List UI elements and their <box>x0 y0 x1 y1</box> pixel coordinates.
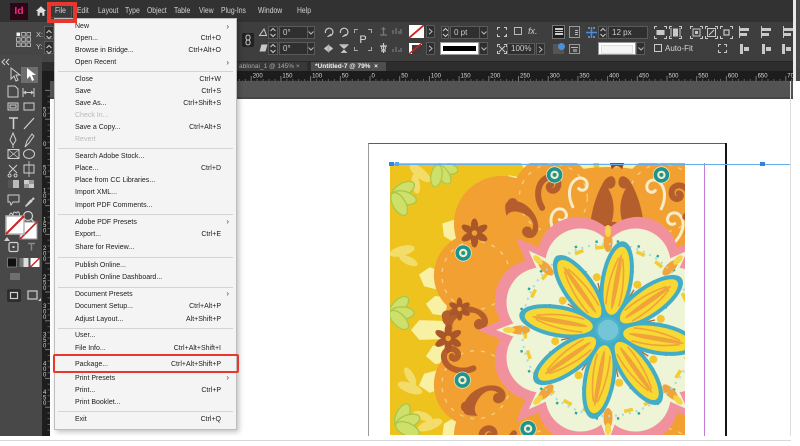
svg-text:0: 0 <box>43 257 47 263</box>
svg-text:300: 300 <box>550 73 561 79</box>
svg-text:400: 400 <box>609 73 620 79</box>
svg-text:250: 250 <box>520 73 531 79</box>
svg-text:450: 450 <box>639 73 650 79</box>
svg-text:0: 0 <box>43 315 47 321</box>
svg-text:0: 0 <box>43 372 47 378</box>
svg-text:550: 550 <box>698 73 709 79</box>
svg-text:50: 50 <box>342 73 349 79</box>
svg-text:350: 350 <box>579 73 590 79</box>
svg-text:150: 150 <box>461 73 472 79</box>
svg-text:0: 0 <box>43 113 47 119</box>
svg-text:0: 0 <box>43 344 47 350</box>
svg-text:0: 0 <box>43 171 47 177</box>
svg-text:200: 200 <box>490 73 501 79</box>
svg-text:150: 150 <box>282 73 293 79</box>
svg-text:0: 0 <box>43 200 47 206</box>
svg-text:650: 650 <box>758 73 769 79</box>
svg-text:0: 0 <box>372 73 376 79</box>
svg-text:0: 0 <box>43 228 47 234</box>
svg-text:0: 0 <box>43 286 47 292</box>
svg-text:50: 50 <box>401 73 408 79</box>
svg-text:500: 500 <box>669 73 680 79</box>
svg-text:100: 100 <box>312 73 323 79</box>
svg-text:200: 200 <box>253 73 264 79</box>
svg-text:0: 0 <box>43 401 47 407</box>
svg-text:0: 0 <box>43 142 47 148</box>
svg-text:600: 600 <box>728 73 739 79</box>
svg-text:100: 100 <box>431 73 442 79</box>
